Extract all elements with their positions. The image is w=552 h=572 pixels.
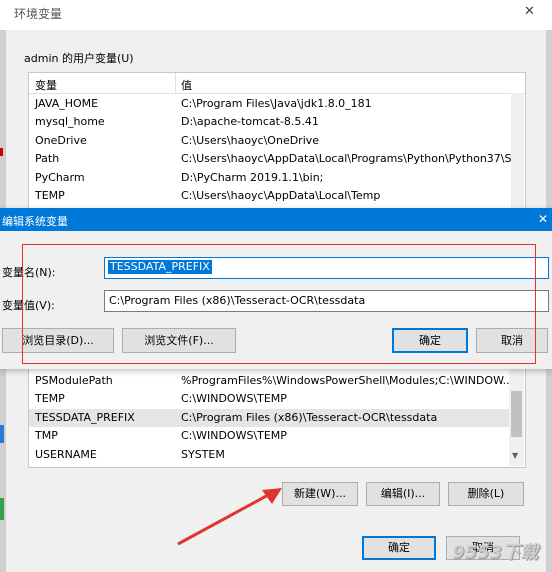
edit-dialog: 编辑系统变量 ✕ 变量名(N): TESSDATA_PREFIX 变量值(V):… bbox=[0, 208, 552, 369]
table-row[interactable]: OneDrive C:\Users\haoyc\OneDrive bbox=[29, 132, 511, 150]
env-ok-button[interactable]: 确定 bbox=[362, 536, 436, 560]
table-row[interactable]: PSModulePath %ProgramFiles%\WindowsPower… bbox=[29, 372, 509, 390]
table-row[interactable]: TEMP C:\Users\haoyc\AppData\Local\Temp bbox=[29, 187, 511, 205]
env-window-close-icon[interactable]: ✕ bbox=[524, 4, 535, 19]
row-value: C:\WINDOWS\TEMP bbox=[181, 429, 287, 442]
row-name: JAVA_HOME bbox=[35, 97, 99, 110]
row-name: TEMP bbox=[35, 189, 65, 202]
new-variable-button[interactable]: 新建(W)... bbox=[282, 482, 358, 506]
row-value: C:\WINDOWS\TEMP bbox=[181, 392, 287, 405]
user-table-scrollbar[interactable] bbox=[511, 93, 524, 212]
table-row[interactable]: mysql_home D:\apache-tomcat-8.5.41 bbox=[29, 113, 511, 131]
edit-dialog-titlebar: 编辑系统变量 ✕ bbox=[0, 209, 552, 231]
row-value: C:\Users\haoyc\OneDrive bbox=[181, 134, 320, 147]
delete-variable-button[interactable]: 删除(L) bbox=[448, 482, 524, 506]
row-name: TMP bbox=[35, 429, 58, 442]
row-name: mysql_home bbox=[35, 115, 105, 128]
row-value: C:\Users\haoyc\AppData\Local\Programs\Py… bbox=[181, 152, 511, 165]
header-variable[interactable]: 变量 bbox=[35, 77, 57, 93]
row-value: C:\Program Files\Java\jdk1.8.0_181 bbox=[181, 97, 372, 110]
row-name: PSModulePath bbox=[35, 374, 113, 387]
edit-dialog-close-icon[interactable]: ✕ bbox=[538, 212, 548, 226]
row-value: SYSTEM bbox=[181, 448, 225, 461]
table-row[interactable]: Path C:\Users\haoyc\AppData\Local\Progra… bbox=[29, 150, 511, 168]
row-value: D:\apache-tomcat-8.5.41 bbox=[181, 115, 319, 128]
table-row[interactable]: PyCharm D:\PyCharm 2019.1.1\bin; bbox=[29, 169, 511, 187]
row-name: USERNAME bbox=[35, 448, 97, 461]
watermark-logo: 9553下载 bbox=[452, 542, 539, 563]
row-name: PyCharm bbox=[35, 171, 85, 184]
left-edge-mark bbox=[0, 148, 3, 156]
env-window-title: 环境变量 bbox=[14, 7, 63, 21]
annotation-highlight-box bbox=[22, 244, 536, 364]
row-name: Path bbox=[35, 152, 60, 165]
left-edge-mark bbox=[0, 425, 4, 443]
header-value[interactable]: 值 bbox=[181, 77, 192, 93]
user-variables-table: 变量 值 JAVA_HOME C:\Program Files\Java\jdk… bbox=[28, 72, 526, 214]
left-edge-mark bbox=[0, 498, 4, 520]
header-divider bbox=[175, 73, 176, 93]
scroll-down-icon[interactable]: ▼ bbox=[512, 451, 518, 460]
row-value: %ProgramFiles%\WindowsPowerShell\Modules… bbox=[181, 374, 509, 387]
row-value: C:\Program Files (x86)\Tesseract-OCR\tes… bbox=[181, 411, 438, 424]
row-name: TEMP bbox=[35, 392, 65, 405]
table-row[interactable]: TMP C:\WINDOWS\TEMP bbox=[29, 427, 509, 445]
user-variables-label: admin 的用户变量(U) bbox=[24, 52, 134, 65]
table-row[interactable]: TEMP C:\WINDOWS\TEMP bbox=[29, 390, 509, 408]
scrollbar-thumb[interactable] bbox=[511, 391, 522, 437]
annotation-arrow bbox=[177, 488, 282, 546]
edit-variable-button[interactable]: 编辑(I)... bbox=[366, 482, 440, 506]
table-row-selected[interactable]: TESSDATA_PREFIX C:\Program Files (x86)\T… bbox=[29, 409, 509, 427]
edit-dialog-title: 编辑系统变量 bbox=[2, 215, 68, 228]
row-name: OneDrive bbox=[35, 134, 87, 147]
user-table-header: 变量 值 bbox=[29, 73, 525, 94]
row-name: TESSDATA_PREFIX bbox=[35, 411, 135, 424]
table-row[interactable]: JAVA_HOME C:\Program Files\Java\jdk1.8.0… bbox=[29, 95, 511, 113]
table-row[interactable]: USERNAME SYSTEM bbox=[29, 446, 509, 464]
system-table-scrollbar[interactable]: ▼ bbox=[509, 363, 524, 466]
system-variables-table: PSModulePath %ProgramFiles%\WindowsPower… bbox=[28, 362, 526, 468]
row-value: D:\PyCharm 2019.1.1\bin; bbox=[181, 171, 324, 184]
row-value: C:\Users\haoyc\AppData\Local\Temp bbox=[181, 189, 381, 202]
